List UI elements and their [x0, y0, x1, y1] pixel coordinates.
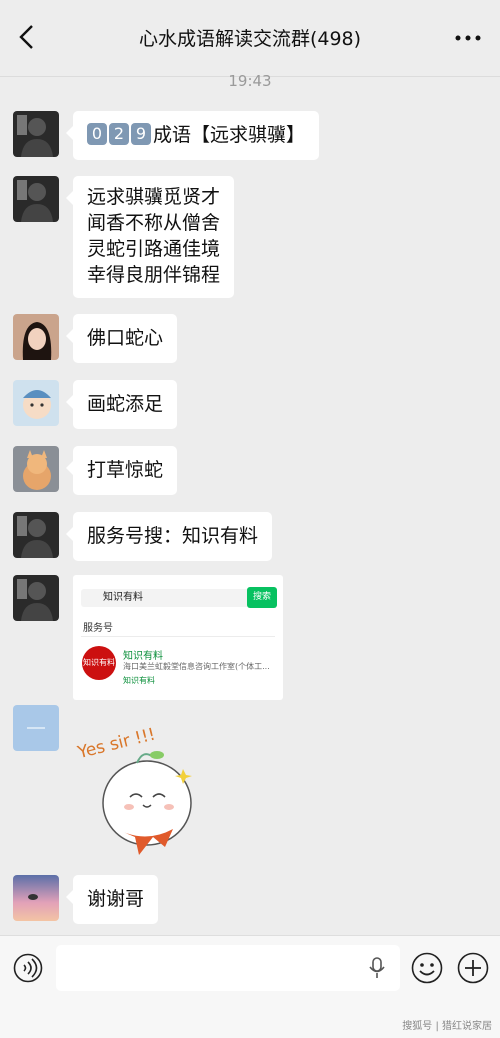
message-text[interactable]: 远求骐骥觅贤才 闻香不称从僧舍 灵蛇引路通佳境 幸得良朋伴锦程 — [65, 176, 235, 298]
timestamp: 19:43 — [228, 72, 272, 90]
avatar[interactable] — [13, 705, 59, 751]
account-subtitle: 知识有料 — [123, 676, 155, 685]
emoji-icon[interactable] — [411, 952, 443, 984]
message-text: 成语【远求骐骥】 — [153, 124, 306, 146]
avatar[interactable] — [13, 875, 59, 921]
account-logo: 知识有料 — [82, 646, 116, 680]
message-row: 佛口蛇心 — [13, 314, 178, 363]
number-emoji-0: 0 — [87, 123, 107, 145]
search-value: 知识有料 — [103, 592, 143, 603]
message-text[interactable]: 服务号搜：知识有料 — [65, 512, 273, 561]
sticker-icon: Yes sir !!! — [75, 725, 192, 855]
message-row: 0 2 9 成语【远求骐骥】 — [13, 111, 320, 160]
more-options-icon[interactable] — [454, 24, 482, 52]
input-bar: 搜狐号 | 猎红说家居 — [0, 935, 500, 1038]
avatar[interactable] — [13, 512, 59, 558]
image-message[interactable]: 知识有料 搜索 服务号 知识有料 知识有料 海口美兰虹毅堂信息咨询工作室(个体工… — [73, 575, 283, 700]
message-text[interactable]: 谢谢哥 — [65, 875, 159, 924]
message-row: Yes sir !!! — [13, 705, 203, 860]
search-button: 搜索 — [247, 587, 277, 608]
sticker-message[interactable]: Yes sir !!! — [73, 705, 203, 860]
message-text[interactable]: 佛口蛇心 — [65, 314, 178, 363]
account-name: 知识有料 — [123, 651, 163, 662]
message-row: 远求骐骥觅贤才 闻香不称从僧舍 灵蛇引路通佳境 幸得良朋伴锦程 — [13, 176, 235, 298]
message-row: 画蛇添足 — [13, 380, 178, 429]
avatar[interactable] — [13, 575, 59, 621]
account-description: 海口美兰虹毅堂信息咨询工作室(个体工... — [123, 662, 270, 671]
avatar[interactable] — [13, 176, 59, 222]
message-row: 知识有料 搜索 服务号 知识有料 知识有料 海口美兰虹毅堂信息咨询工作室(个体工… — [13, 575, 283, 700]
message-text[interactable]: 画蛇添足 — [65, 380, 178, 429]
avatar[interactable] — [13, 314, 59, 360]
message-input[interactable] — [56, 945, 400, 991]
avatar[interactable] — [13, 446, 59, 492]
microphone-icon[interactable] — [368, 957, 386, 979]
message-row: 谢谢哥 — [13, 875, 159, 924]
watermark: 搜狐号 | 猎红说家居 — [402, 1021, 492, 1032]
avatar[interactable] — [13, 111, 59, 157]
add-icon[interactable] — [457, 952, 489, 984]
avatar[interactable] — [13, 380, 59, 426]
number-emoji-9: 9 — [131, 123, 151, 145]
voice-input-icon[interactable] — [13, 953, 43, 983]
chat-header: 心水成语解读交流群(498) — [0, 0, 500, 77]
message-row: 服务号搜：知识有料 — [13, 512, 273, 561]
section-label: 服务号 — [83, 623, 113, 634]
message-row: 打草惊蛇 — [13, 446, 178, 495]
divider — [81, 636, 275, 637]
number-emoji-2: 2 — [109, 123, 129, 145]
chat-title: 心水成语解读交流群(498) — [138, 28, 362, 50]
sticker-text: Yes sir !!! — [75, 725, 158, 764]
message-bubble[interactable]: 0 2 9 成语【远求骐骥】 — [65, 111, 320, 160]
message-text[interactable]: 打草惊蛇 — [65, 446, 178, 495]
search-box: 知识有料 — [81, 589, 257, 607]
